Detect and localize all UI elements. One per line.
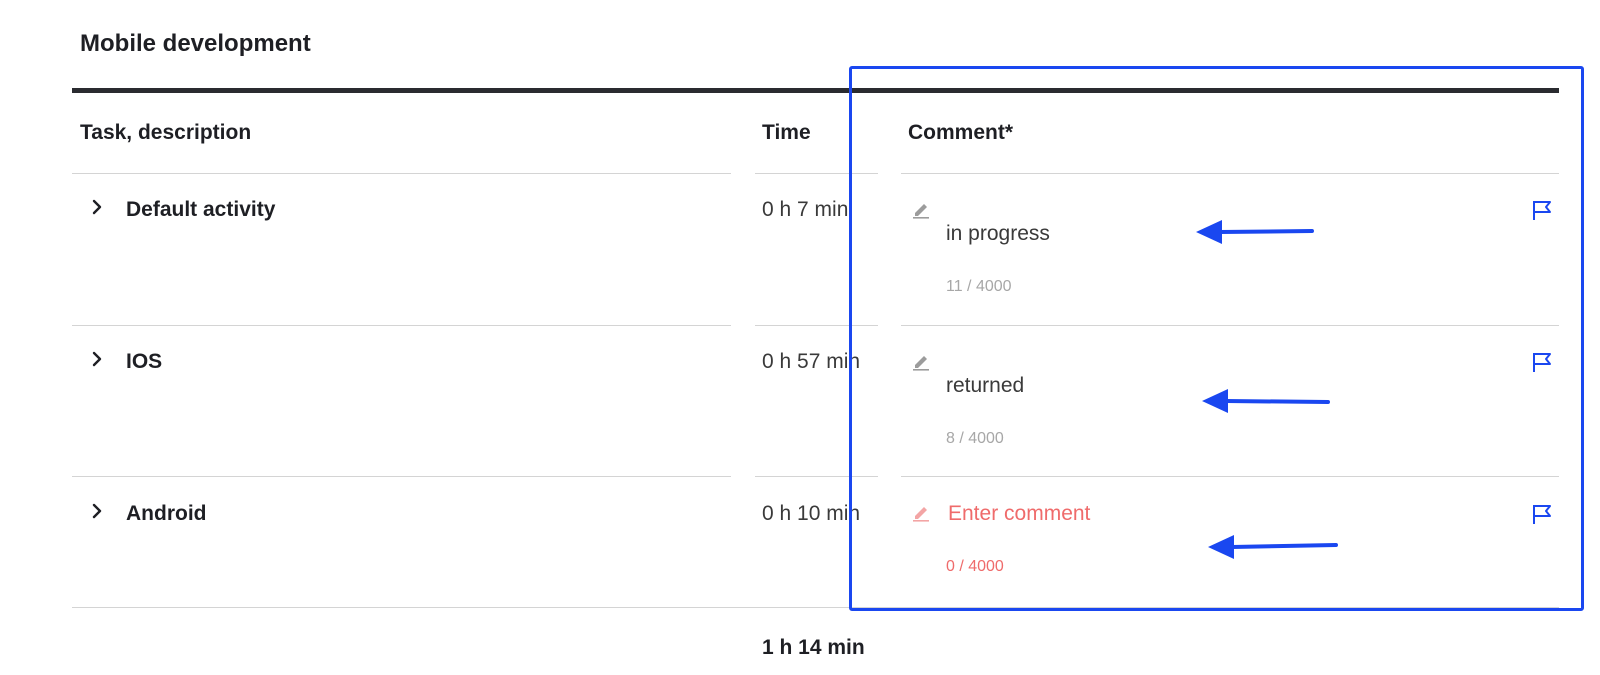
expand-button[interactable]: [88, 502, 106, 525]
header-task: Task, description: [80, 121, 252, 144]
task-time: 0 h 7 min: [762, 198, 849, 221]
total-time: 1 h 14 min: [762, 636, 865, 659]
expand-button[interactable]: [88, 198, 106, 221]
arrow-left-icon: [1202, 389, 1330, 413]
task-name: Android: [126, 502, 207, 525]
header-time: Time: [762, 121, 811, 144]
expand-button[interactable]: [88, 350, 106, 373]
section-title: Mobile development: [80, 30, 311, 57]
arrow-left-icon: [1208, 535, 1338, 559]
chevron-right-icon: [92, 199, 102, 215]
task-time: 0 h 10 min: [762, 502, 861, 525]
task-time: 0 h 57 min: [762, 350, 861, 373]
chevron-right-icon: [92, 351, 102, 367]
task-name: IOS: [126, 350, 163, 373]
task-name: Default activity: [126, 198, 276, 221]
chevron-right-icon: [92, 503, 102, 519]
arrow-left-icon: [1196, 220, 1314, 244]
